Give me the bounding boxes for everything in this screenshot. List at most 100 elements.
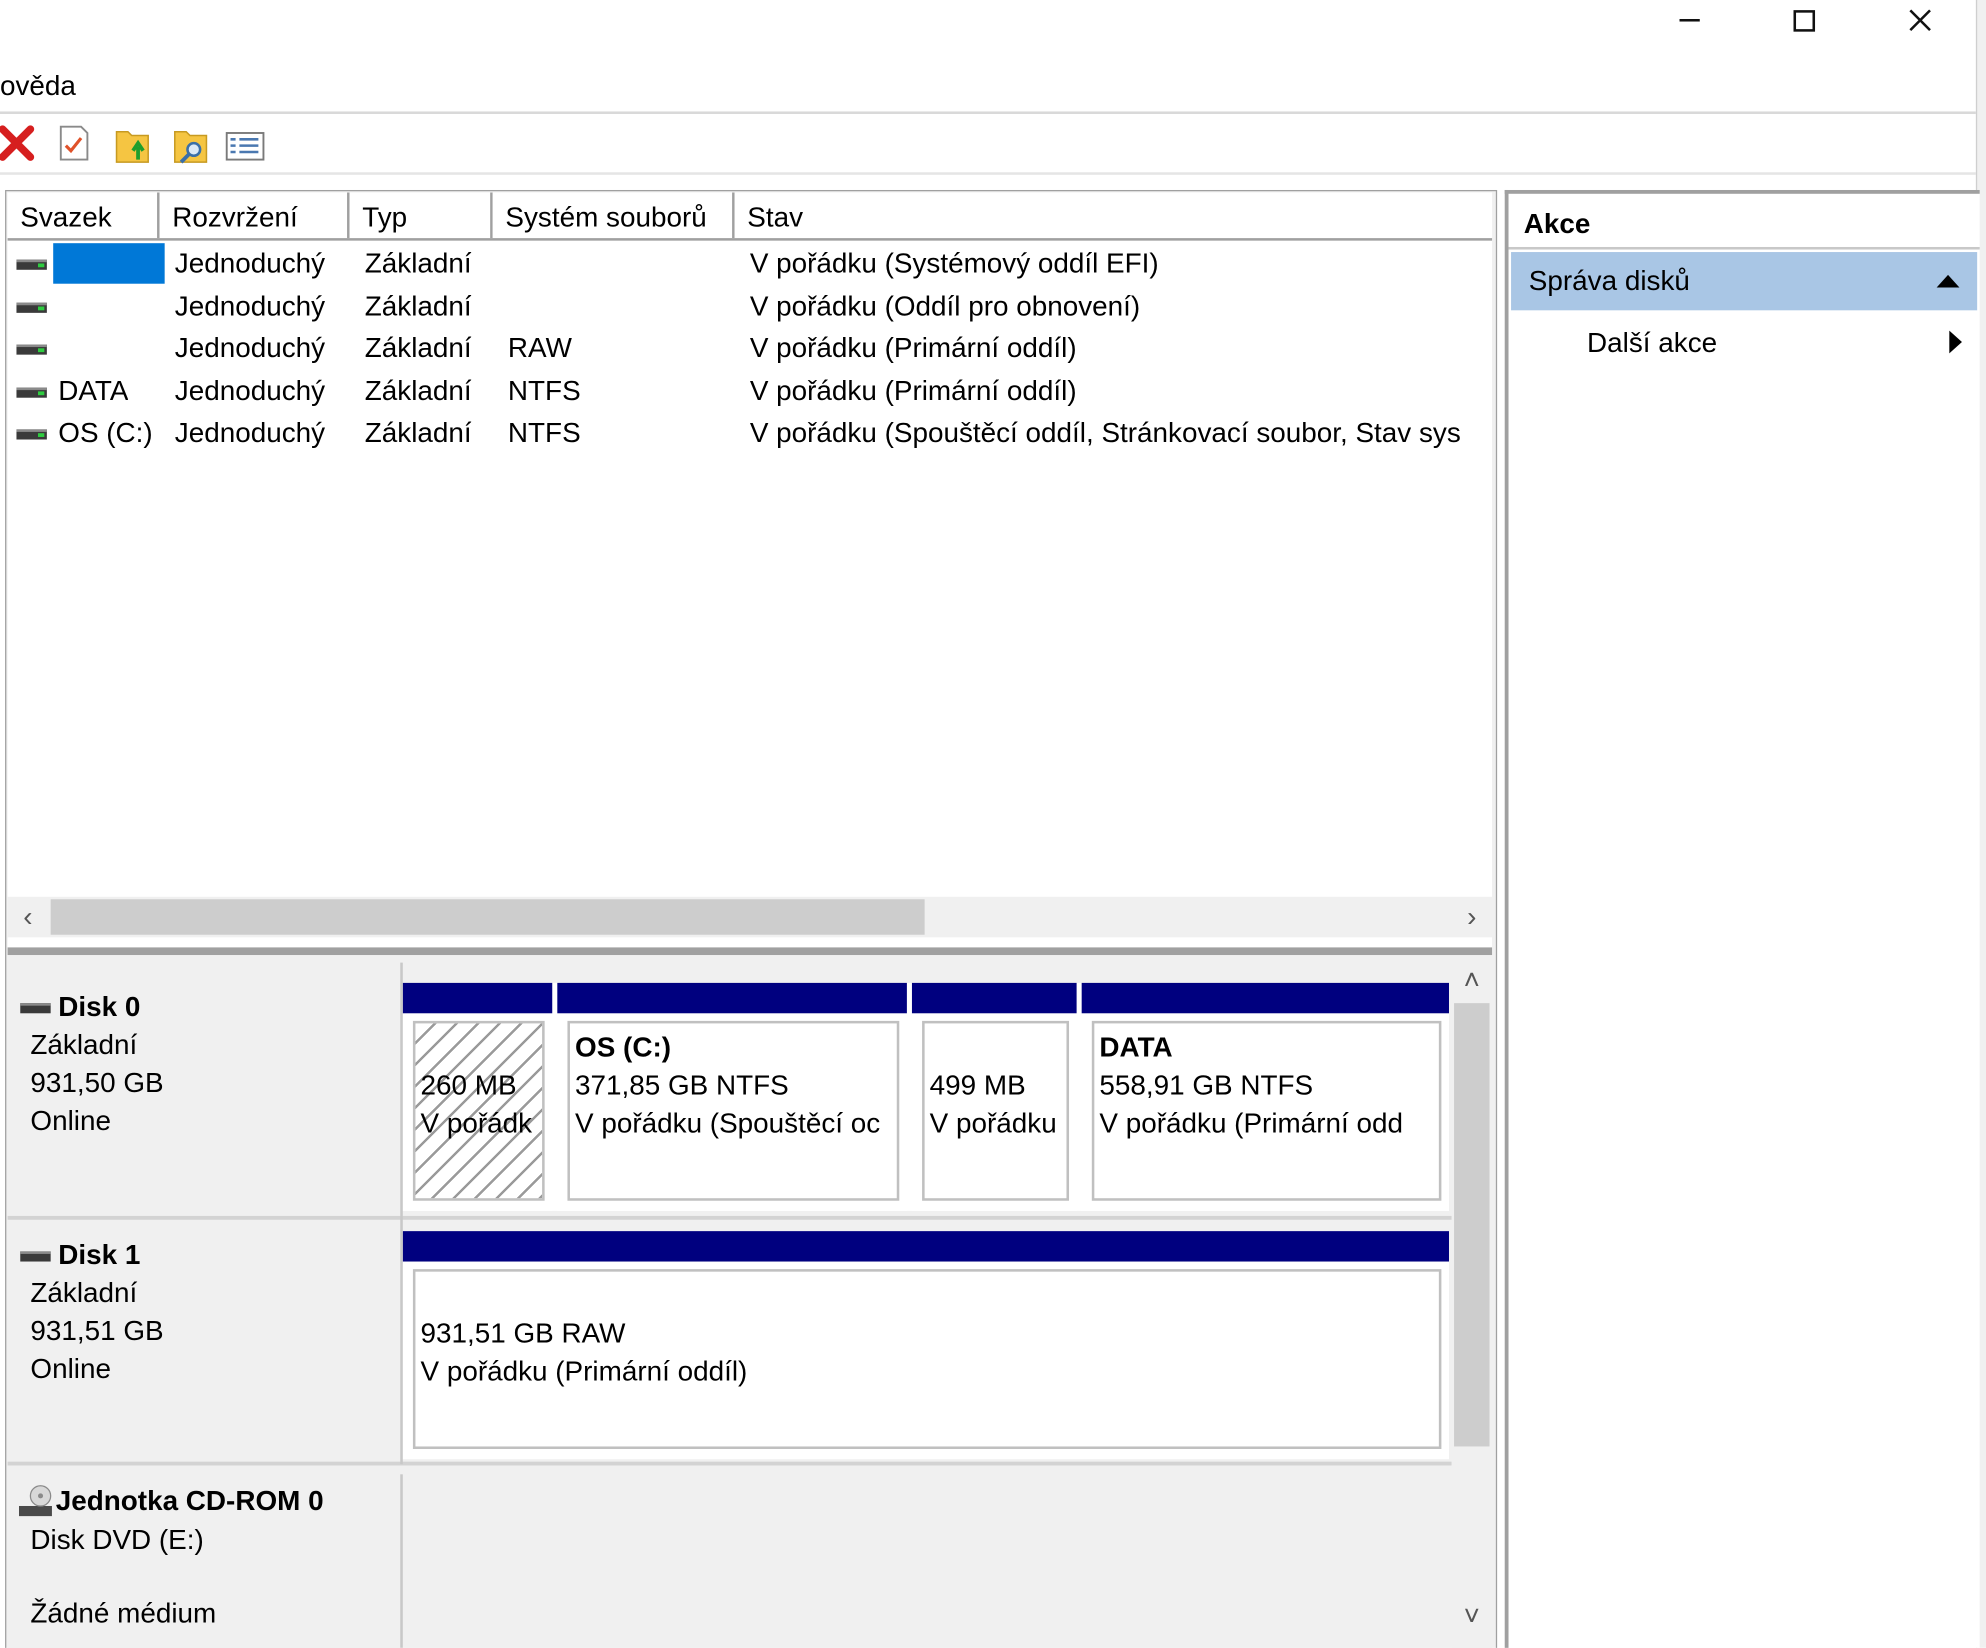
scroll-left-icon[interactable]: ‹ (15, 902, 40, 930)
collapse-icon[interactable] (1936, 274, 1960, 288)
disk-icon (20, 1003, 51, 1014)
properties-button[interactable] (56, 122, 99, 170)
cell-type: Základní (364, 416, 472, 449)
cell-layout: Jednoduchý (174, 374, 326, 407)
disk-separator (7, 1215, 1455, 1220)
partition-os-c[interactable]: OS (C:) 371,85 GB NTFS V pořádku (Spoušt… (557, 982, 907, 1211)
partition-body: OS (C:) 371,85 GB NTFS V pořádku (Spoušt… (567, 1020, 900, 1201)
partition-efi[interactable]: 260 MB V pořádk (402, 982, 553, 1211)
disk-name: Disk 0 (58, 990, 141, 1023)
volume-list: Svazek Rozvržení Typ Systém souborů Stav… (7, 192, 1493, 948)
drive-icon (16, 387, 47, 398)
partition-bar (1081, 982, 1449, 1014)
cell-status: V pořádku (Spouštěcí oddíl, Stránkovací … (749, 416, 1461, 449)
minimize-button[interactable] (1652, 0, 1728, 41)
menu-bar: ověda (0, 63, 1976, 109)
partition-status: V pořádku (929, 1107, 1057, 1139)
disk-kind: Základní (30, 1028, 138, 1061)
table-row[interactable]: DATA Jednoduchý Základní NTFS V pořádku … (8, 370, 1492, 413)
partition-status: V pořádk (420, 1107, 533, 1139)
partition-recovery[interactable]: 499 MB V pořádku (911, 982, 1077, 1211)
column-header-status[interactable]: Stav (734, 192, 1493, 239)
explore-button[interactable] (172, 122, 215, 170)
table-row[interactable]: OS (C:) Jednoduchý Základní NTFS V pořád… (8, 412, 1492, 455)
more-actions-item[interactable]: Další akce (1587, 318, 1717, 369)
disk-kind: Disk DVD (E:) (30, 1523, 204, 1556)
partition-size: 260 MB (420, 1069, 517, 1101)
cell-filesystem: NTFS (507, 416, 581, 449)
actions-pane: Akce Správa disků Další akce (1504, 189, 1980, 1648)
partition-body: 499 MB V pořádku (922, 1020, 1070, 1201)
partition-status: V pořádku (Primární odd (1099, 1107, 1403, 1139)
table-row[interactable]: Jednoduchý Základní RAW V pořádku (Primá… (8, 327, 1492, 370)
drive-icon (16, 344, 47, 355)
cell-filesystem: RAW (507, 331, 572, 364)
selection-highlight (53, 243, 165, 284)
close-button[interactable] (1882, 0, 1958, 41)
menu-separator (0, 111, 1976, 114)
column-header-type[interactable]: Typ (349, 192, 493, 239)
open-folder-button[interactable] (114, 122, 157, 170)
horizontal-scrollbar[interactable]: ‹ › (7, 896, 1493, 938)
horizontal-scroll-thumb[interactable] (50, 899, 925, 935)
drive-icon (16, 259, 47, 270)
cell-type: Základní (364, 374, 472, 407)
scroll-up-icon[interactable]: ˄ (1459, 966, 1484, 994)
column-header-layout[interactable]: Rozvržení (159, 192, 350, 239)
disk-name: Disk 1 (58, 1238, 141, 1271)
cell-status: V pořádku (Systémový oddíl EFI) (749, 246, 1159, 279)
partition-bar (911, 982, 1077, 1014)
cell-filesystem: NTFS (507, 374, 581, 407)
actions-separator (1508, 246, 1980, 250)
disk-0-partitions: 260 MB V pořádk OS (C:) 371,85 GB NTFS V… (402, 982, 1449, 1211)
cell-layout: Jednoduchý (174, 246, 326, 279)
disk-size: 931,50 GB (30, 1066, 164, 1099)
drive-icon (16, 429, 47, 440)
table-row[interactable]: Jednoduchý Základní V pořádku (Systémový… (8, 242, 1492, 285)
partition-status: V pořádku (Spouštěcí oc (575, 1107, 881, 1139)
maximize-button[interactable] (1766, 0, 1842, 41)
partition-raw[interactable]: 931,51 GB RAW V pořádku (Primární oddíl) (402, 1231, 1449, 1460)
view-list-button[interactable] (225, 122, 268, 170)
pane-splitter[interactable] (7, 947, 1493, 956)
cdrom-divider (400, 1474, 403, 1648)
scroll-right-icon[interactable]: › (1459, 902, 1484, 930)
disk-size: 931,51 GB (30, 1314, 164, 1347)
label-divider (400, 962, 403, 1465)
disk-management-window: ověda Svazek Rozvržení Typ Systém soubor… (0, 0, 1986, 1648)
scroll-down-icon[interactable]: ˅ (1459, 1602, 1484, 1630)
disk-1-partitions: 931,51 GB RAW V pořádku (Primární oddíl) (402, 1231, 1449, 1460)
cdrom-0-label[interactable]: Jednotka CD-ROM 0 Disk DVD (E:) Žádné mé… (7, 1481, 401, 1648)
actions-section-label: Správa disků (1528, 264, 1690, 297)
properties-icon (59, 125, 89, 161)
disk-kind: Základní (30, 1276, 138, 1309)
partition-size: 931,51 GB RAW (420, 1317, 626, 1349)
disk-state: Žádné médium (30, 1597, 217, 1630)
partition-body: DATA 558,91 GB NTFS V pořádku (Primární … (1091, 1020, 1442, 1201)
cell-layout: Jednoduchý (174, 331, 326, 364)
partition-size: 558,91 GB NTFS (1099, 1069, 1314, 1101)
table-row[interactable]: Jednoduchý Základní V pořádku (Oddíl pro… (8, 285, 1492, 328)
partition-body: 260 MB V pořádk (412, 1020, 545, 1201)
menu-help[interactable]: ověda (0, 63, 81, 109)
disk-0-label[interactable]: Disk 0 Základní 931,50 GB Online (7, 987, 401, 1216)
close-icon (1909, 9, 1932, 32)
partition-bar (402, 1231, 1449, 1262)
partition-status: V pořádku (Primární oddíl) (420, 1355, 748, 1387)
vertical-scroll-thumb[interactable] (1454, 1003, 1490, 1447)
open-folder-icon (115, 130, 149, 163)
actions-section-header[interactable]: Správa disků (1511, 252, 1978, 311)
cdrom-icon (18, 1485, 52, 1517)
disk-1-label[interactable]: Disk 1 Základní 931,51 GB Online (7, 1236, 401, 1465)
disk-state: Online (30, 1104, 111, 1137)
partition-bar (402, 982, 553, 1014)
column-header-filesystem[interactable]: Systém souborů (492, 192, 735, 239)
partition-bar (557, 982, 907, 1014)
partition-body: 931,51 GB RAW V pořádku (Primární oddíl) (412, 1269, 1442, 1449)
partition-data[interactable]: DATA 558,91 GB NTFS V pořádku (Primární … (1081, 982, 1449, 1211)
disk-graphical-view: Disk 0 Základní 931,50 GB Online 260 MB … (7, 962, 1493, 1648)
column-header-volume[interactable]: Svazek (7, 192, 160, 239)
cell-type: Základní (364, 331, 472, 364)
delete-button[interactable] (0, 122, 43, 170)
vertical-scrollbar[interactable]: ˄ ˅ (1451, 962, 1493, 1648)
